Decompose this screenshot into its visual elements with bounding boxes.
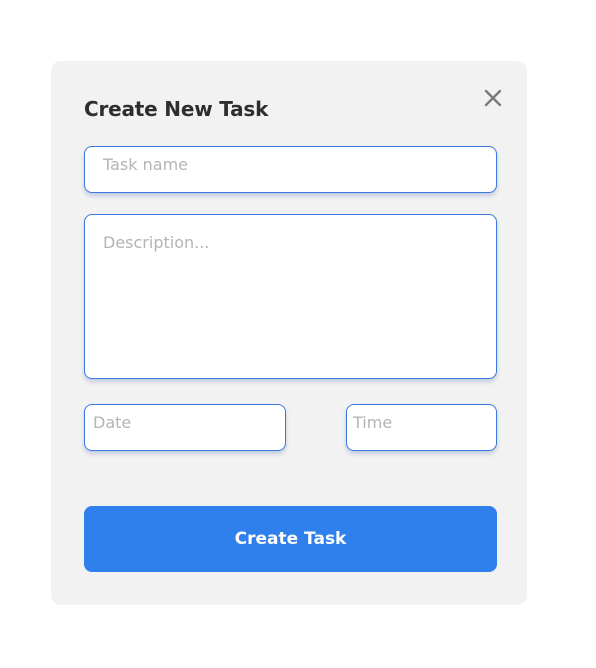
create-task-button[interactable]: Create Task <box>84 506 497 572</box>
description-textarea[interactable] <box>84 214 497 379</box>
task-name-input[interactable] <box>84 146 497 193</box>
time-input[interactable] <box>346 404 497 451</box>
create-task-modal: Create New Task Create Task <box>51 61 527 605</box>
modal-title: Create New Task <box>84 97 269 121</box>
close-button[interactable] <box>482 87 504 109</box>
close-icon <box>484 89 502 107</box>
date-input[interactable] <box>84 404 286 451</box>
